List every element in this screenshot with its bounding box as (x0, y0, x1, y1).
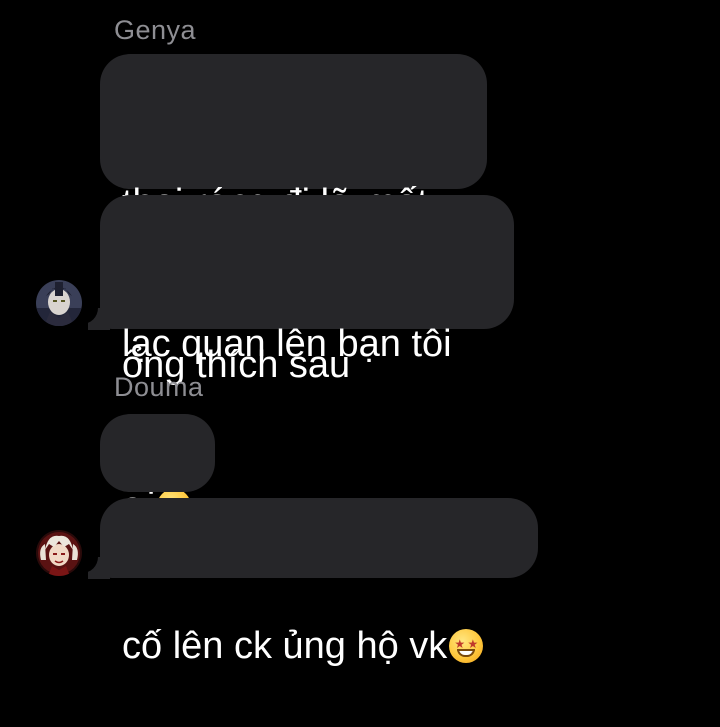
bubble-tail (78, 551, 110, 579)
message-bubble[interactable]: droi (100, 414, 215, 582)
genya-avatar[interactable] (36, 280, 82, 326)
sender-name-douma: Douma (114, 372, 204, 402)
avatar-image (36, 530, 82, 576)
sender-name-genya: Genya (114, 15, 197, 45)
message-bubble[interactable]: cố lên ck ủng hộ vk ★ ★ (100, 498, 538, 667)
star-struck-emoji: ★ ★ (449, 629, 484, 663)
message-text-line: cố lên ck ủng hộ vk ★ ★ (122, 619, 516, 673)
bubble-tail (78, 302, 110, 330)
message-text-line: lạc quan lên bạn tôi (122, 323, 452, 365)
douma-avatar[interactable] (36, 530, 82, 576)
message-text: cố lên ck ủng hộ vk (122, 625, 448, 667)
message-bubble[interactable]: thoi ráng đi lỡ mốt ổng thích sau (100, 54, 487, 386)
avatar-image (36, 280, 82, 326)
message-bubble[interactable]: lạc quan lên bạn tôi ơi (100, 195, 514, 527)
